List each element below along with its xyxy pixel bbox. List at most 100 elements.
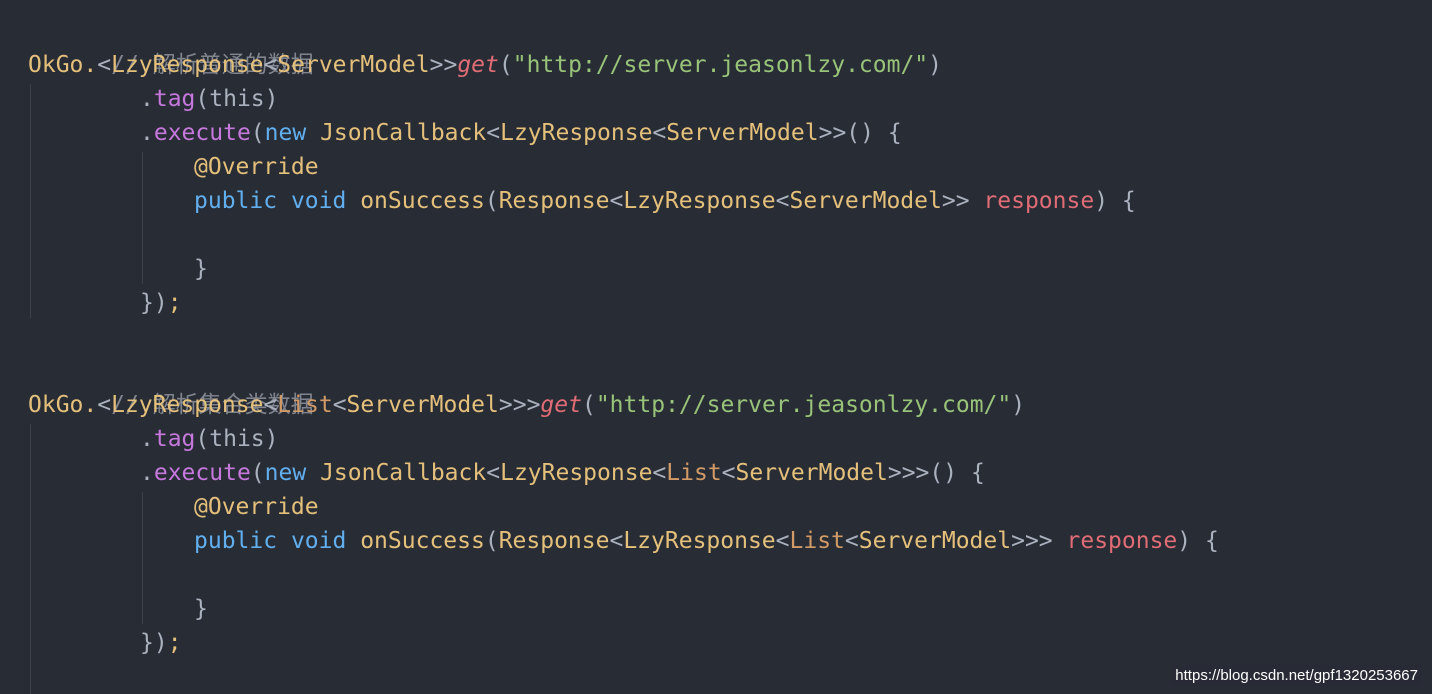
token-execute: execute bbox=[153, 460, 251, 486]
code-line-19: }); bbox=[140, 626, 182, 660]
token-param: response bbox=[983, 188, 1095, 214]
token-close: }) bbox=[140, 290, 168, 316]
token-okgo: OkGo. bbox=[28, 52, 98, 78]
token-rest: >>() { bbox=[818, 120, 902, 146]
token-gt: >>> bbox=[498, 392, 541, 418]
token-response-type: Response bbox=[498, 188, 610, 214]
token-lt: < bbox=[844, 528, 859, 554]
token-lt: < bbox=[775, 528, 790, 554]
token-lt: < bbox=[486, 460, 501, 486]
token-lzyresponse: LzyResponse bbox=[111, 392, 264, 418]
token-lzyresponse: LzyResponse bbox=[623, 188, 776, 214]
token-brace: } bbox=[194, 256, 208, 282]
token-paren: ) bbox=[1011, 392, 1026, 418]
code-line-11: // 解析集合类数据 bbox=[28, 354, 314, 418]
token-lt: < bbox=[609, 188, 624, 214]
token-public: public bbox=[194, 188, 278, 214]
code-line-9: }); bbox=[140, 286, 182, 320]
code-editor[interactable]: // 解析普通的数据 OkGo.<LzyResponse<ServerModel… bbox=[0, 0, 1432, 694]
code-line-8: } bbox=[194, 252, 208, 286]
token-servermodel: ServerModel bbox=[346, 392, 499, 418]
token-paren: ) bbox=[928, 52, 943, 78]
token-dot: . bbox=[140, 426, 154, 452]
token-annotation: @Override bbox=[194, 154, 319, 180]
token-lt: < bbox=[97, 392, 112, 418]
token-lt: < bbox=[263, 52, 278, 78]
token-paren: ( bbox=[484, 528, 499, 554]
token-gt: >> bbox=[429, 52, 458, 78]
token-brace: } bbox=[194, 596, 208, 622]
token-lzyresponse: LzyResponse bbox=[500, 120, 653, 146]
code-line-16: public void onSuccess(Response<LzyRespon… bbox=[194, 524, 1219, 558]
token-list: List bbox=[666, 460, 722, 486]
token-args: (this) bbox=[195, 426, 279, 452]
token-jsoncallback: JsonCallback bbox=[320, 460, 487, 486]
token-dot: . bbox=[140, 460, 154, 486]
watermark-url: https://blog.csdn.net/gpf1320253667 bbox=[1171, 665, 1422, 686]
token-new: new bbox=[264, 120, 307, 146]
token-paren: ( bbox=[250, 120, 265, 146]
token-servermodel: ServerModel bbox=[735, 460, 888, 486]
token-execute: execute bbox=[153, 120, 251, 146]
token-lt: < bbox=[721, 460, 736, 486]
token-lt: < bbox=[652, 120, 667, 146]
token-lt: < bbox=[609, 528, 624, 554]
token-list: List bbox=[277, 392, 333, 418]
token-lzyresponse: LzyResponse bbox=[623, 528, 776, 554]
code-line-13: .tag(this) bbox=[140, 422, 279, 456]
token-list: List bbox=[789, 528, 845, 554]
token-tag: tag bbox=[153, 86, 196, 112]
token-servermodel: ServerModel bbox=[666, 120, 819, 146]
token-get: get bbox=[540, 392, 582, 418]
token-onsuccess: onSuccess bbox=[360, 528, 485, 554]
code-line-2: OkGo.<LzyResponse<ServerModel>>get("http… bbox=[28, 48, 942, 82]
token-get: get bbox=[457, 52, 499, 78]
token-gt: >>> bbox=[1011, 528, 1053, 554]
token-tag: tag bbox=[153, 426, 196, 452]
code-line-18: } bbox=[194, 592, 208, 626]
code-line-6: public void onSuccess(Response<LzyRespon… bbox=[194, 184, 1136, 218]
token-void: void bbox=[290, 188, 347, 214]
token-servermodel: ServerModel bbox=[789, 188, 942, 214]
code-line-1: // 解析普通的数据 bbox=[28, 14, 314, 78]
token-lt: < bbox=[97, 52, 112, 78]
code-line-3: .tag(this) bbox=[140, 82, 279, 116]
token-public: public bbox=[194, 528, 278, 554]
code-line-4: .execute(new JsonCallback<LzyResponse<Se… bbox=[140, 116, 902, 150]
token-new: new bbox=[264, 460, 307, 486]
token-response-type: Response bbox=[498, 528, 610, 554]
token-close: }) bbox=[140, 630, 168, 656]
token-annotation: @Override bbox=[194, 494, 319, 520]
token-param: response bbox=[1066, 528, 1178, 554]
token-args: (this) bbox=[195, 86, 279, 112]
token-semicolon: ; bbox=[167, 630, 182, 656]
token-lzyresponse: LzyResponse bbox=[500, 460, 653, 486]
token-jsoncallback: JsonCallback bbox=[320, 120, 487, 146]
token-okgo: OkGo. bbox=[28, 392, 98, 418]
token-gt: >> bbox=[941, 188, 970, 214]
token-lt: < bbox=[263, 392, 278, 418]
token-void: void bbox=[290, 528, 347, 554]
token-servermodel: ServerModel bbox=[858, 528, 1012, 554]
token-rest: ) { bbox=[1094, 188, 1136, 214]
token-rest: >>>() { bbox=[887, 460, 985, 486]
token-url-string: "http://server.jeasonlzy.com/" bbox=[512, 52, 929, 78]
token-paren: ( bbox=[484, 188, 499, 214]
token-semicolon: ; bbox=[167, 290, 182, 316]
code-line-5: @Override bbox=[194, 150, 319, 184]
token-dot: . bbox=[140, 120, 154, 146]
token-paren: ( bbox=[498, 52, 513, 78]
token-servermodel: ServerModel bbox=[277, 52, 430, 78]
token-onsuccess: onSuccess bbox=[360, 188, 485, 214]
token-lzyresponse: LzyResponse bbox=[111, 52, 264, 78]
token-url-string: "http://server.jeasonlzy.com/" bbox=[595, 392, 1012, 418]
code-line-15: @Override bbox=[194, 490, 319, 524]
token-lt: < bbox=[652, 460, 667, 486]
token-rest: ) { bbox=[1177, 528, 1219, 554]
code-area[interactable]: // 解析普通的数据 OkGo.<LzyResponse<ServerModel… bbox=[0, 0, 1432, 694]
token-lt: < bbox=[486, 120, 501, 146]
code-line-12: OkGo.<LzyResponse<List<ServerModel>>>get… bbox=[28, 388, 1025, 422]
token-paren: ( bbox=[250, 460, 265, 486]
code-line-14: .execute(new JsonCallback<LzyResponse<Li… bbox=[140, 456, 985, 490]
token-paren: ( bbox=[581, 392, 596, 418]
